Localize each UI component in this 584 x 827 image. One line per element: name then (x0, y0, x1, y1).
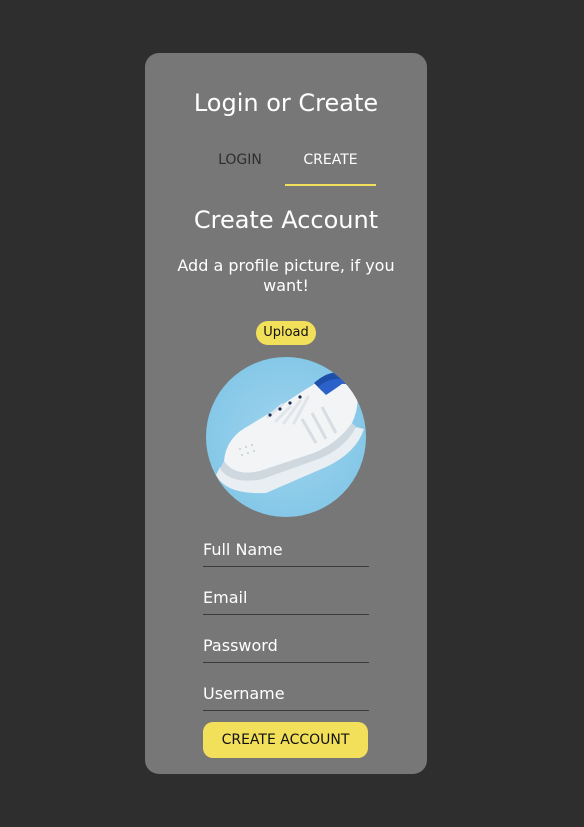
password-field[interactable]: Password (203, 630, 369, 663)
auth-tabs: LOGIN CREATE (195, 147, 376, 186)
tab-create[interactable]: CREATE (285, 147, 376, 184)
full-name-field[interactable]: Full Name (203, 534, 369, 567)
auth-card: Login or Create LOGIN CREATE Create Acco… (145, 53, 427, 774)
profile-picture-hint: Add a profile picture, if you want! (177, 256, 395, 295)
active-tab-indicator (285, 184, 376, 186)
profile-picture-preview (206, 357, 366, 517)
tab-login[interactable]: LOGIN (195, 147, 285, 184)
sneaker-photo-icon (206, 357, 366, 517)
email-field[interactable]: Email (203, 582, 369, 615)
username-field[interactable]: Username (203, 678, 369, 711)
create-account-button[interactable]: CREATE ACCOUNT (203, 722, 368, 758)
upload-button[interactable]: Upload (256, 321, 316, 345)
create-account-heading: Create Account (193, 206, 379, 234)
card-title: Login or Create (193, 89, 379, 117)
